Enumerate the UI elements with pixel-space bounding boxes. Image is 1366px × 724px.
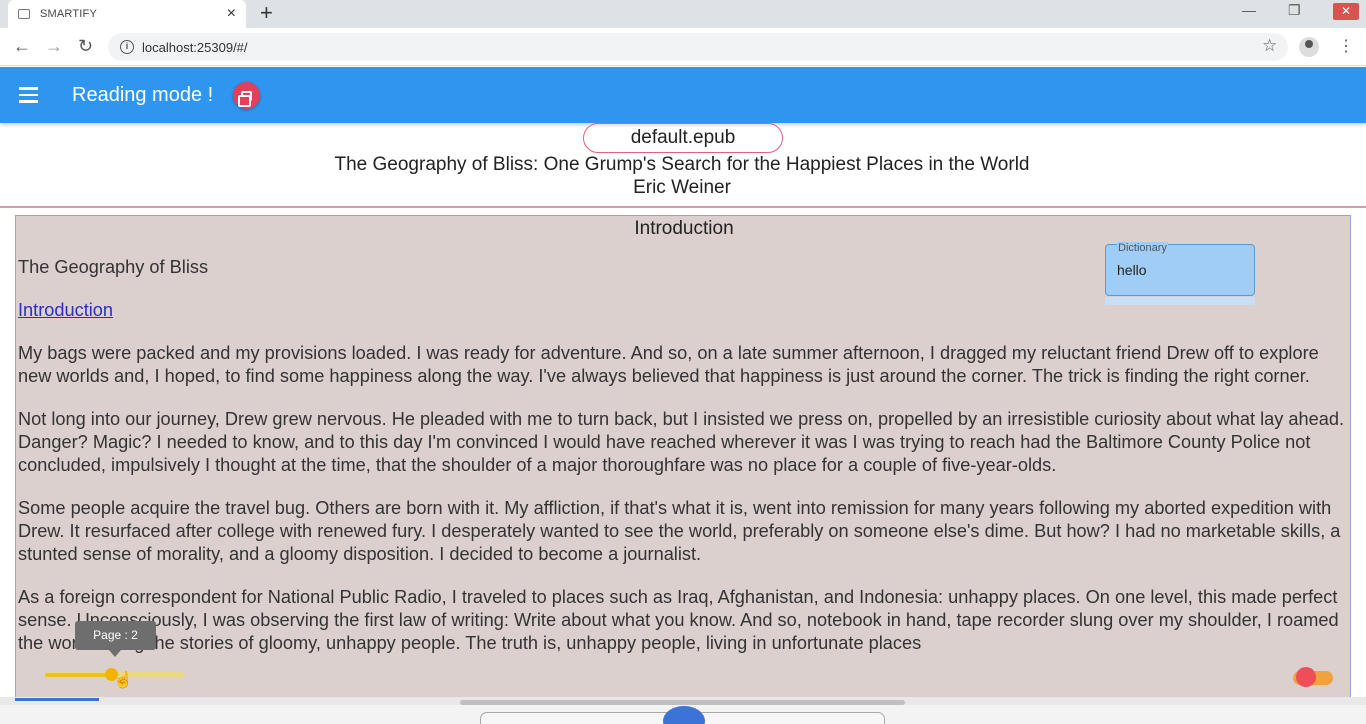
file-name-chip[interactable]: default.epub	[583, 123, 783, 153]
browser-tab-bar: SMARTIFY × + — ❐ ✕	[0, 0, 1366, 28]
window-close-button[interactable]: ✕	[1333, 3, 1359, 20]
forward-button[interactable]: →	[45, 36, 63, 57]
book-title: The Geography of Bliss: One Grump's Sear…	[334, 154, 1030, 175]
back-button[interactable]: ←	[13, 36, 31, 57]
paragraph: My bags were packed and my provisions lo…	[18, 343, 1319, 386]
browser-menu-icon[interactable]: ⋮	[1338, 36, 1354, 56]
tab-close-icon[interactable]: ×	[227, 6, 236, 22]
reader-progress-bar	[15, 698, 99, 701]
app-bar: Reading mode !	[0, 67, 1366, 123]
tab-title: SMARTIFY	[40, 8, 98, 20]
browser-tab[interactable]: SMARTIFY ×	[8, 0, 246, 28]
book-content: The Geography of Bliss Introduction My b…	[18, 256, 1348, 675]
book-author: Eric Weiner	[633, 177, 731, 198]
new-tab-button[interactable]: +	[260, 2, 273, 24]
copy-icon	[238, 90, 252, 107]
bookmark-star-icon[interactable]: ☆	[1262, 36, 1277, 56]
toc-link-introduction[interactable]: Introduction	[18, 299, 113, 322]
paragraph: Not long into our journey, Drew grew ner…	[18, 409, 1345, 475]
profile-avatar-icon[interactable]	[1299, 37, 1319, 57]
favicon-icon	[18, 9, 30, 19]
pointer-hand-icon: ☝	[113, 672, 133, 689]
dictionary-value: hello	[1117, 262, 1147, 278]
chapter-heading: Introduction	[634, 218, 734, 239]
restore-button[interactable]: ❐	[1288, 2, 1301, 19]
app-title: Reading mode !	[72, 84, 214, 106]
info-icon[interactable]: i	[120, 40, 134, 54]
reading-mode-toggle-button[interactable]	[233, 82, 260, 109]
url-text: localhost:25309/#/	[142, 39, 248, 55]
page-tooltip: Page : 2	[75, 621, 156, 657]
book-header: default.epub The Geography of Bliss: One…	[0, 123, 1366, 208]
address-bar: ← → ↻ i localhost:25309/#/ ☆ ⋮	[0, 28, 1366, 66]
reload-button[interactable]: ↻	[78, 36, 93, 57]
minimize-button[interactable]: —	[1242, 2, 1256, 18]
paragraph: As a foreign correspondent for National …	[18, 587, 1339, 653]
url-field[interactable]: i localhost:25309/#/	[108, 33, 1288, 61]
paragraph: Some people acquire the travel bug. Othe…	[18, 498, 1341, 564]
toggle-switch-thumb[interactable]	[1296, 667, 1316, 687]
dictionary-label: Dictionary	[1117, 242, 1168, 254]
dictionary-field[interactable]: Dictionary hello	[1105, 242, 1255, 296]
dictionary-underline	[1105, 297, 1255, 305]
hamburger-menu-icon[interactable]	[19, 87, 38, 103]
page-slider-fill	[45, 673, 113, 677]
